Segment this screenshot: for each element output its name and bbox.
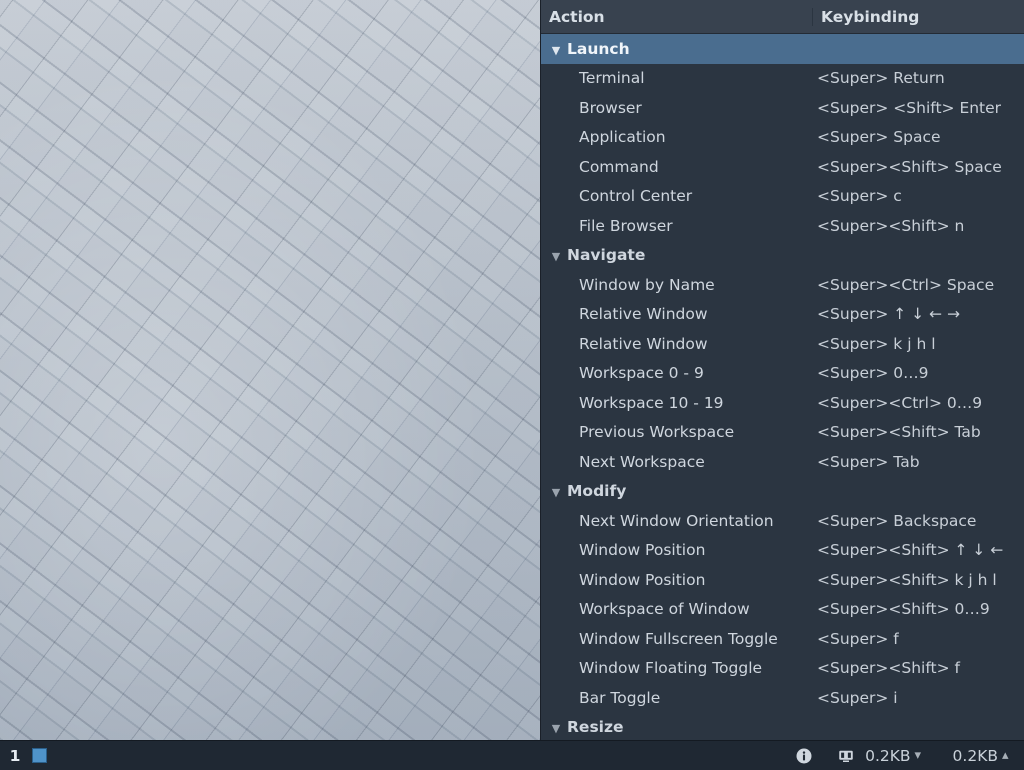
action-label: Browser — [579, 99, 642, 117]
keybinding-row[interactable]: Window Position <Super><Shift> k j h l — [541, 565, 1024, 595]
keybinding-row[interactable]: Terminal <Super> Return — [541, 64, 1024, 94]
section-title: Launch — [567, 40, 630, 58]
keybinding-row[interactable]: Window Floating Toggle <Super><Shift> f — [541, 654, 1024, 684]
action-label: Window Position — [579, 571, 705, 589]
keybinding-label: <Super> k j h l — [817, 335, 936, 353]
keybinding-row[interactable]: Window by Name <Super><Ctrl> Space — [541, 270, 1024, 300]
keybinding-row[interactable]: Workspace 10 - 19 <Super><Ctrl> 0…9 — [541, 388, 1024, 418]
keybinding-row[interactable]: Window Position <Super><Shift> ↑ ↓ ← — [541, 536, 1024, 566]
keybinding-label: <Super><Shift> 0…9 — [817, 600, 990, 618]
keybinding-row[interactable]: Previous Workspace <Super><Shift> Tab — [541, 418, 1024, 448]
keybinding-label: <Super> f — [817, 630, 899, 648]
action-label: Terminal — [579, 69, 645, 87]
up-arrow-icon: ▴ — [1002, 748, 1016, 763]
section-title: Resize — [567, 718, 624, 736]
section-header[interactable]: ▼ Navigate — [541, 241, 1024, 271]
keybinding-label: <Super> 0…9 — [817, 364, 929, 382]
keybinding-label: <Super><Ctrl> Space — [817, 276, 994, 294]
section-header[interactable]: ▼ Resize — [541, 713, 1024, 743]
keybinding-row[interactable]: File Browser <Super><Shift> n — [541, 211, 1024, 241]
keybinding-label: <Super><Shift> Space — [817, 158, 1002, 176]
column-header-action[interactable]: Action — [541, 8, 813, 26]
keybinding-row[interactable]: Application <Super> Space — [541, 123, 1024, 153]
keybindings-rows: ▼ Launch Terminal <Super> Return Browser <Sup… — [541, 34, 1024, 770]
action-label: Workspace 10 - 19 — [579, 394, 724, 412]
panel-header: Action Keybinding — [541, 0, 1024, 34]
keybinding-label: <Super> Space — [817, 128, 941, 146]
net-up-speed: 0.2KB — [953, 747, 998, 765]
keybinding-label: <Super><Shift> n — [817, 217, 964, 235]
action-label: Bar Toggle — [579, 689, 660, 707]
keybinding-label: <Super> Backspace — [817, 512, 976, 530]
down-arrow-icon: ▾ — [915, 748, 929, 763]
keybinding-label: <Super> <Shift> Enter — [817, 99, 1001, 117]
action-label: Control Center — [579, 187, 692, 205]
keybinding-row[interactable]: Relative Window <Super> ↑ ↓ ← → — [541, 300, 1024, 330]
workspace-number[interactable]: 1 — [4, 747, 26, 765]
action-label: Window by Name — [579, 276, 715, 294]
desktop-wallpaper — [0, 0, 540, 740]
chevron-down-icon: ▼ — [549, 486, 563, 499]
action-label: Window Position — [579, 541, 705, 559]
info-icon[interactable] — [795, 747, 813, 765]
keybinding-label: <Super><Ctrl> 0…9 — [817, 394, 982, 412]
action-label: Workspace 0 - 9 — [579, 364, 704, 382]
keybinding-label: <Super> i — [817, 689, 898, 707]
action-label: Next Workspace — [579, 453, 705, 471]
keybinding-label: <Super><Shift> f — [817, 659, 960, 677]
action-label: Relative Window — [579, 305, 708, 323]
action-label: Next Window Orientation — [579, 512, 774, 530]
action-label: Relative Window — [579, 335, 708, 353]
action-label: Command — [579, 158, 659, 176]
action-label: Window Floating Toggle — [579, 659, 762, 677]
workspace-indicator[interactable] — [32, 748, 47, 763]
keybinding-row[interactable]: Next Window Orientation <Super> Backspace — [541, 506, 1024, 536]
keybinding-label: <Super> ↑ ↓ ← → — [817, 305, 960, 323]
keybindings-panel: Action Keybinding ▼ Launch Terminal <Super>… — [540, 0, 1024, 770]
keybinding-label: <Super> Tab — [817, 453, 920, 471]
action-label: Window Fullscreen Toggle — [579, 630, 778, 648]
chevron-down-icon: ▼ — [549, 722, 563, 735]
keybinding-label: <Super><Shift> k j h l — [817, 571, 997, 589]
section-header[interactable]: ▼ Modify — [541, 477, 1024, 507]
keybinding-row[interactable]: Workspace of Window <Super><Shift> 0…9 — [541, 595, 1024, 625]
net-down-speed: 0.2KB — [865, 747, 910, 765]
action-label: Previous Workspace — [579, 423, 734, 441]
network-icon[interactable] — [837, 747, 855, 765]
action-label: Application — [579, 128, 666, 146]
keybinding-label: <Super><Shift> Tab — [817, 423, 981, 441]
keybinding-row[interactable]: Command <Super><Shift> Space — [541, 152, 1024, 182]
chevron-down-icon: ▼ — [549, 44, 563, 57]
keybinding-row[interactable]: Relative Window <Super> k j h l — [541, 329, 1024, 359]
bottom-bar: 1 0.2KB ▾ 0.2KB ▴ — [0, 740, 1024, 770]
action-label: Workspace of Window — [579, 600, 750, 618]
action-label: File Browser — [579, 217, 673, 235]
section-header[interactable]: ▼ Launch — [541, 34, 1024, 64]
keybinding-row[interactable]: Workspace 0 - 9 <Super> 0…9 — [541, 359, 1024, 389]
column-header-keybinding[interactable]: Keybinding — [813, 8, 1024, 26]
keybinding-row[interactable]: Browser <Super> <Shift> Enter — [541, 93, 1024, 123]
keybinding-row[interactable]: Bar Toggle <Super> i — [541, 683, 1024, 713]
section-title: Modify — [567, 482, 626, 500]
section-title: Navigate — [567, 246, 645, 264]
keybinding-row[interactable]: Window Fullscreen Toggle <Super> f — [541, 624, 1024, 654]
keybinding-row[interactable]: Control Center <Super> c — [541, 182, 1024, 212]
keybinding-label: <Super> Return — [817, 69, 945, 87]
chevron-down-icon: ▼ — [549, 250, 563, 263]
keybinding-label: <Super><Shift> ↑ ↓ ← — [817, 541, 1003, 559]
keybinding-label: <Super> c — [817, 187, 902, 205]
keybinding-row[interactable]: Next Workspace <Super> Tab — [541, 447, 1024, 477]
